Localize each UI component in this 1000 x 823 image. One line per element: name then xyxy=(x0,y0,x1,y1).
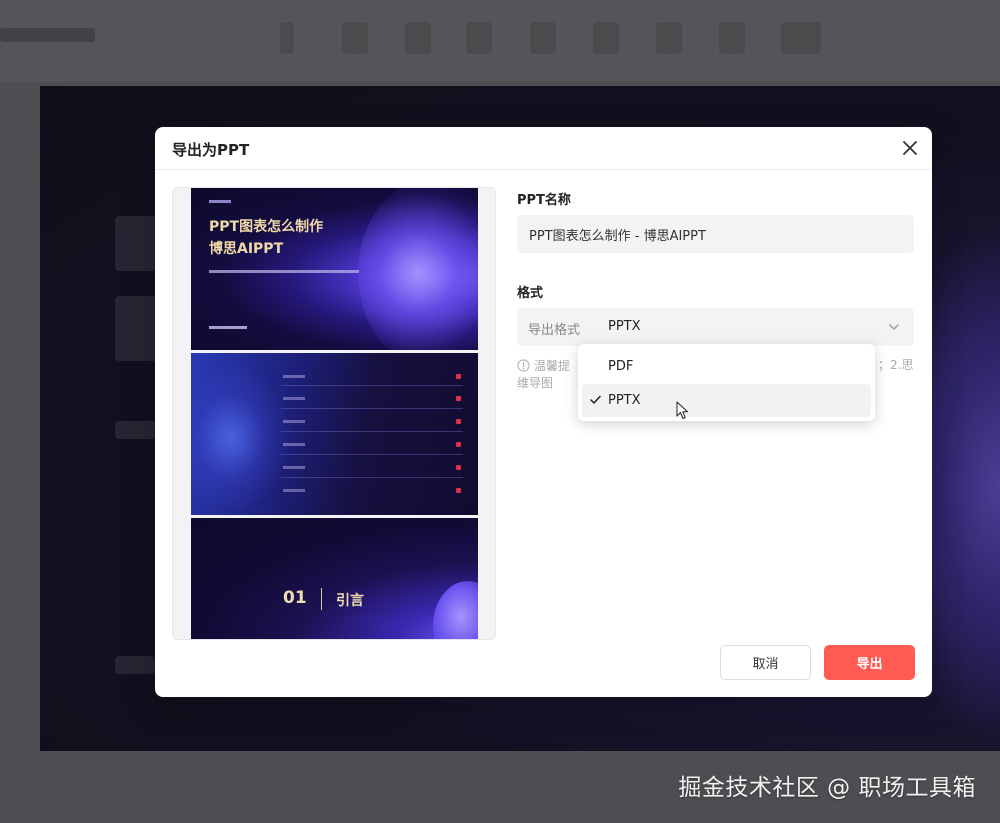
cancel-button[interactable]: 取消 xyxy=(720,645,811,680)
slide-title: PPT图表怎么制作 博思AIPPT xyxy=(209,216,379,260)
slide-contents-bullet xyxy=(456,465,461,470)
export-button[interactable]: 导出 xyxy=(824,645,915,680)
slide-contents-item xyxy=(283,489,305,492)
slide-contents-divider xyxy=(281,431,463,432)
format-option-pptx[interactable]: PPTX xyxy=(582,384,871,417)
slide-contents-divider xyxy=(281,454,463,455)
dialog-header: 导出为PPT xyxy=(155,127,932,170)
watermark: 掘金技术社区 @ 职场工具箱 xyxy=(678,775,976,801)
dialog-title: 导出为PPT xyxy=(172,141,250,159)
slide-contents-bullet xyxy=(456,488,461,493)
tip-text-end: ；2.思 xyxy=(878,358,914,372)
slide-title-line: 博思AIPPT xyxy=(209,241,284,257)
format-label: 格式 xyxy=(517,286,544,301)
slide-contents-item xyxy=(283,397,305,400)
slide-subtitle xyxy=(209,270,359,273)
slide-contents-bullet xyxy=(456,442,461,447)
slide-contents-bullet xyxy=(456,419,461,424)
slide-contents-item xyxy=(283,420,305,423)
format-field-label: 导出格式 xyxy=(528,323,581,338)
tip-text: 温馨提 xyxy=(534,359,571,373)
format-select[interactable]: 导出格式 PPTX xyxy=(517,308,914,346)
format-selected-value: PPTX xyxy=(608,319,641,334)
slide-contents-item xyxy=(283,466,305,469)
slide-title-line: PPT图表怎么制作 xyxy=(209,219,324,235)
tip-text-line2: 维导图 xyxy=(517,376,554,390)
preview-slide-section: 01 引言 xyxy=(191,518,478,639)
decorative-glow xyxy=(191,363,291,513)
format-option-pdf[interactable]: PDF xyxy=(582,350,871,383)
preview-slide-cover: PPT图表怎么制作 博思AIPPT xyxy=(191,188,478,350)
slide-contents-bullet xyxy=(456,396,461,401)
section-number: 01 xyxy=(283,588,307,608)
slide-small-text xyxy=(209,200,231,203)
slide-preview[interactable]: PPT图表怎么制作 博思AIPPT 01 引言 xyxy=(172,187,496,640)
format-option-label: PDF xyxy=(608,359,634,374)
slide-contents-divider xyxy=(281,477,463,478)
section-divider xyxy=(321,588,322,610)
slide-contents-divider xyxy=(281,408,463,409)
decorative-blob xyxy=(433,581,478,639)
slide-contents-item xyxy=(283,375,305,378)
slide-footer xyxy=(209,326,247,329)
check-icon xyxy=(590,395,601,404)
ppt-name-label: PPT名称 xyxy=(517,193,571,208)
format-dropdown: PDF PPTX xyxy=(578,344,875,421)
decorative-wave xyxy=(358,188,478,350)
slide-contents-divider xyxy=(281,385,463,386)
section-label: 引言 xyxy=(336,593,364,609)
slide-contents-bullet xyxy=(456,374,461,379)
ppt-name-input[interactable] xyxy=(517,215,914,253)
cursor-icon xyxy=(676,401,688,419)
format-option-label: PPTX xyxy=(608,393,641,408)
preview-slide-contents xyxy=(191,353,478,515)
slide-contents-item xyxy=(283,443,305,446)
chevron-down-icon xyxy=(889,324,899,330)
info-icon xyxy=(517,359,530,372)
close-icon[interactable] xyxy=(900,138,920,158)
